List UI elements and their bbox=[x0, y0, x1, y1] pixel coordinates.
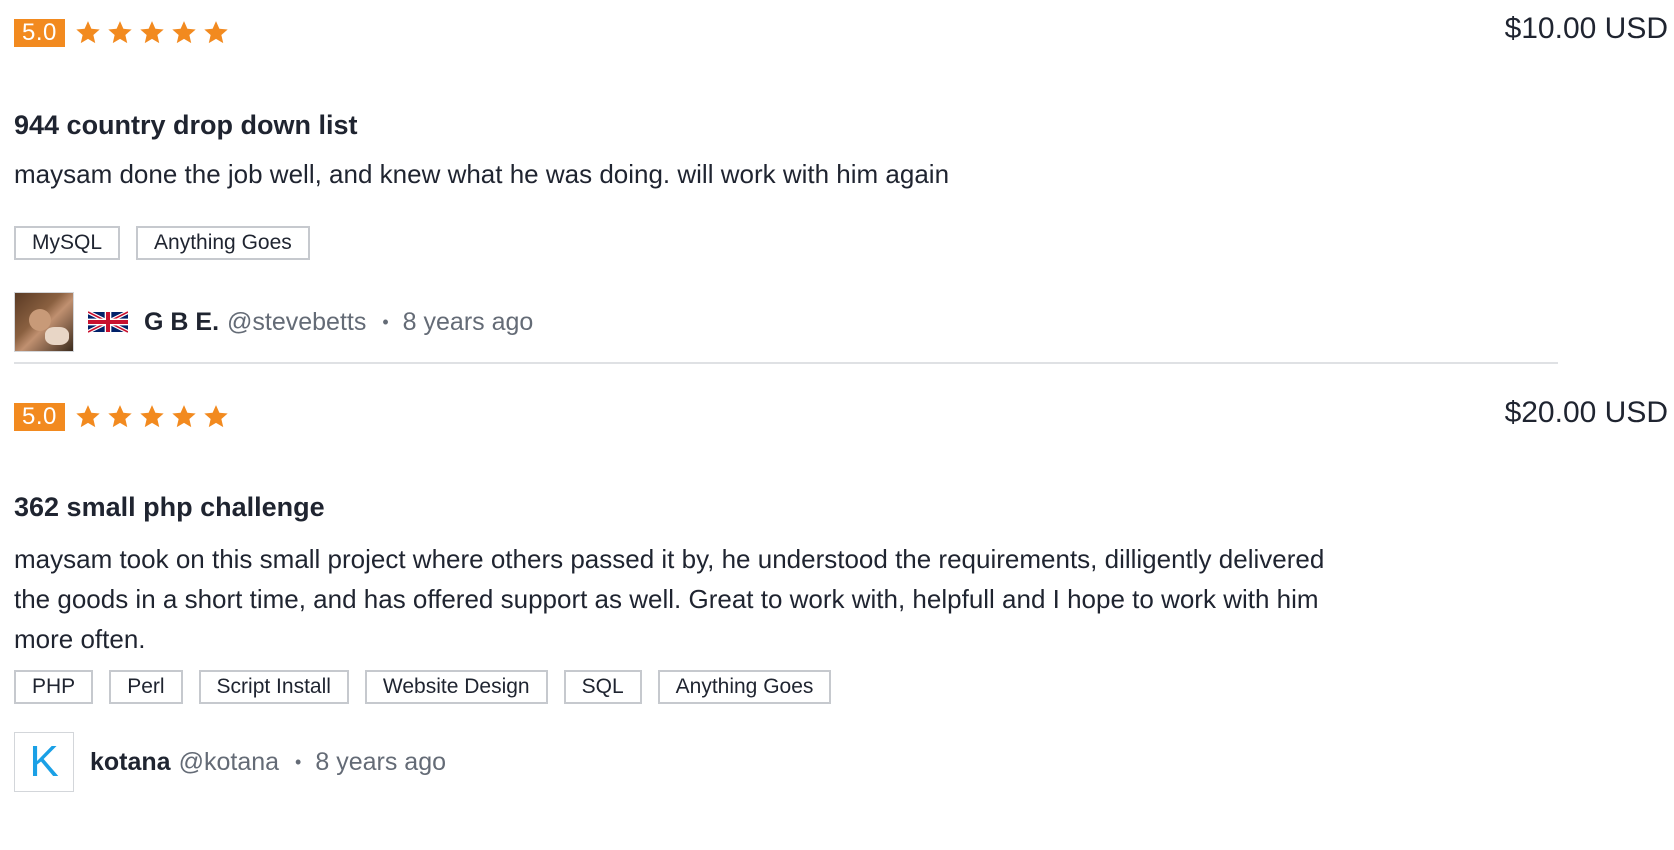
reviews-list: 5.0 $10.00 USD 944 country drop down lis… bbox=[0, 0, 1674, 850]
skill-tag[interactable]: MySQL bbox=[14, 226, 121, 260]
author-handle[interactable]: @stevebetts bbox=[227, 308, 366, 337]
avatar[interactable]: K bbox=[14, 732, 74, 792]
review-card: 5.0 $10.00 USD 944 country drop down lis… bbox=[14, 0, 1668, 352]
star-rating bbox=[74, 16, 230, 50]
separator-dot: • bbox=[382, 311, 389, 332]
review-author: G B E. @stevebetts • 8 years ago bbox=[14, 290, 533, 354]
review-header: 5.0 $20.00 USD bbox=[14, 384, 1668, 444]
star-icon bbox=[74, 403, 102, 431]
star-rating bbox=[74, 400, 230, 434]
rating-badge: 5.0 bbox=[14, 403, 65, 431]
star-icon bbox=[202, 403, 230, 431]
star-icon bbox=[170, 19, 198, 47]
review-project-title[interactable]: 362 small php challenge bbox=[14, 492, 325, 523]
star-icon bbox=[138, 403, 166, 431]
star-icon bbox=[106, 403, 134, 431]
review-time: 8 years ago bbox=[402, 307, 534, 336]
author-name[interactable]: kotana bbox=[90, 748, 171, 777]
avatar[interactable] bbox=[14, 292, 74, 352]
star-icon bbox=[106, 19, 134, 47]
author-name[interactable]: G B E. bbox=[144, 308, 219, 337]
skill-tag[interactable]: Anything Goes bbox=[136, 226, 310, 260]
skill-tags: MySQL Anything Goes bbox=[14, 226, 310, 260]
skill-tag[interactable]: SQL bbox=[563, 670, 642, 704]
united-kingdom-flag-icon bbox=[88, 310, 128, 334]
star-icon bbox=[202, 19, 230, 47]
rating-badge: 5.0 bbox=[14, 19, 65, 47]
review-time: 8 years ago bbox=[315, 747, 446, 776]
skill-tag[interactable]: PHP bbox=[14, 670, 94, 704]
skill-tag[interactable]: Anything Goes bbox=[657, 670, 832, 704]
review-header: 5.0 $10.00 USD bbox=[14, 0, 1668, 60]
review-divider bbox=[14, 362, 1558, 364]
review-author: K kotana @kotana • 8 years ago bbox=[14, 730, 446, 794]
star-icon bbox=[170, 403, 198, 431]
skill-tag[interactable]: Perl bbox=[109, 670, 183, 704]
review-text: maysam took on this small project where … bbox=[14, 544, 1325, 654]
review-text: maysam done the job well, and knew what … bbox=[14, 159, 950, 189]
author-handle[interactable]: @kotana bbox=[179, 748, 279, 777]
skill-tags: PHP Perl Script Install Website Design S… bbox=[14, 670, 832, 704]
review-project-title[interactable]: 944 country drop down list bbox=[14, 110, 358, 141]
review-price: $10.00 USD bbox=[1504, 12, 1668, 45]
star-icon bbox=[74, 19, 102, 47]
star-icon bbox=[138, 19, 166, 47]
skill-tag[interactable]: Website Design bbox=[364, 670, 548, 704]
skill-tag[interactable]: Script Install bbox=[198, 670, 349, 704]
review-card: 5.0 $20.00 USD 362 small php challenge m… bbox=[14, 384, 1668, 792]
review-price: $20.00 USD bbox=[1504, 396, 1668, 429]
separator-dot: • bbox=[295, 751, 302, 772]
